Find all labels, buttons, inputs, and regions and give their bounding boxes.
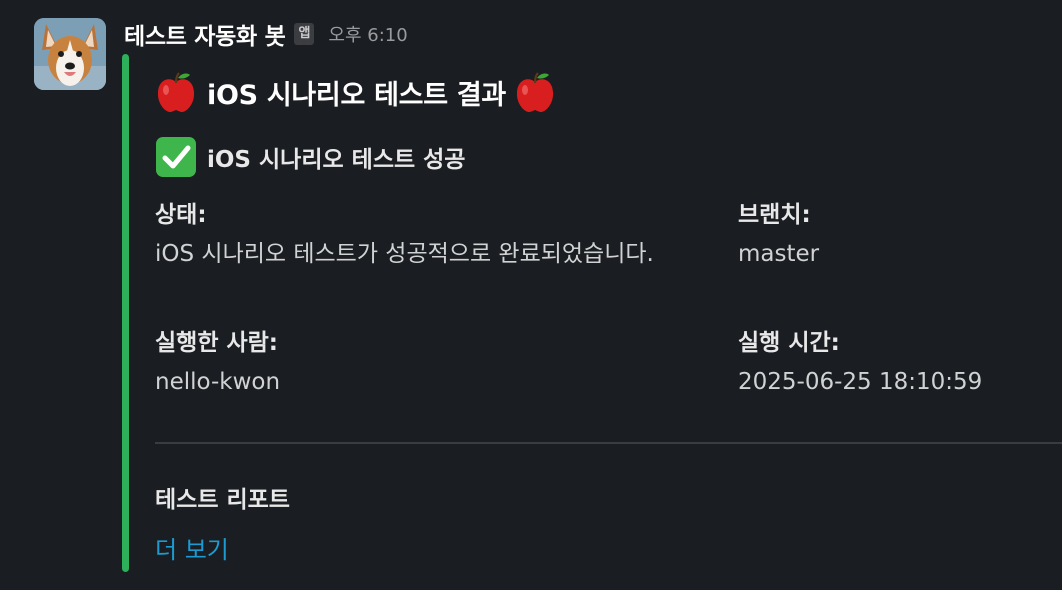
runner-label: 실행한 사람: [155,330,279,356]
field-runner: 실행한 사람: nello-kwon [155,326,280,404]
attachment-title: iOS 시나리오 테스트 결과 [155,64,1062,120]
red-apple-icon [157,72,195,113]
branch-value: master [738,241,820,267]
run-time-value: 2025-06-25 18:10:59 [738,369,983,395]
report-label: 테스트 리포트 [155,487,290,513]
attachment-fields: 상태: iOS 시나리오 테스트가 성공적으로 완료되었습니다. 브랜치: ma… [155,186,1062,416]
field-branch: 브랜치: master [738,198,819,276]
check-mark-button-icon [156,137,196,177]
app-badge: 앱 [294,23,315,45]
run-time-label: 실행 시간: [738,330,840,356]
section-divider [155,442,1062,444]
sender-name[interactable]: 테스트 자동화 봇 [124,17,286,51]
attachment: iOS 시나리오 테스트 결과 iOS 시나리오 테스트 성공 상태: iOS … [155,64,1062,564]
field-run-time: 실행 시간: 2025-06-25 18:10:59 [738,326,982,404]
slack-message: 테스트 자동화 봇 앱 오후 6:10 iOS 시나리오 테스트 결과 iOS … [0,0,1062,590]
dog-avatar-icon[interactable] [34,18,106,90]
message-header: 테스트 자동화 봇 앱 오후 6:10 [124,16,408,52]
runner-value: nello-kwon [155,369,281,395]
message-timestamp[interactable]: 오후 6:10 [328,21,407,47]
attachment-color-bar [122,54,129,572]
view-more-link[interactable]: 더 보기 [155,530,229,565]
red-apple-icon [516,72,553,113]
attachment-title-text: iOS 시나리오 테스트 결과 [207,79,506,111]
subtitle-text: iOS 시나리오 테스트 성공 [207,147,466,173]
field-status: 상태: iOS 시나리오 테스트가 성공적으로 완료되었습니다. [155,198,715,276]
branch-label: 브랜치: [738,202,811,228]
status-value: iOS 시나리오 테스트가 성공적으로 완료되었습니다. [155,241,654,267]
attachment-subtitle: iOS 시나리오 테스트 성공 [155,134,1062,180]
status-label: 상태: [155,202,207,228]
